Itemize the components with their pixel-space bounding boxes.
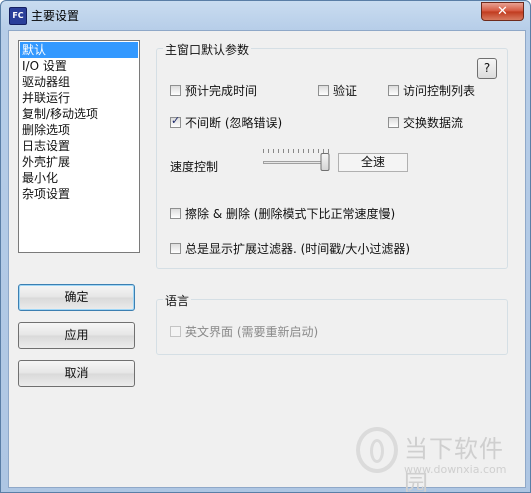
verify-checkbox[interactable]: 验证 [318,82,357,99]
main-defaults-title: 主窗口默认参数 [163,41,252,58]
close-button[interactable]: ✕ [481,2,524,21]
english-ui-label: 英文界面 (需要重新启动) [185,325,319,339]
watermark-title: 当下软件园 [404,435,504,493]
english-ui-checkbox[interactable]: 英文界面 (需要重新启动) [170,323,318,340]
no-interrupt-box[interactable] [170,114,181,128]
dialog-body: 默认 I/O 设置 驱动器组 并联运行 复制/移动选项 删除选项 日志设置 外壳扩展 最小化 杂项… [8,30,526,492]
window-title: 主要设置 [31,9,80,23]
speed-control-label: 速度控制 [170,160,219,174]
estimate-time-box[interactable] [170,85,181,96]
speed-slider[interactable] [263,149,330,171]
title-bar[interactable]: FC 主要设置 ✕ [1,1,530,29]
apply-button[interactable]: 应用 [18,322,135,349]
acl-checkbox[interactable]: 访问控制列表 [388,82,475,99]
category-item[interactable]: 复制/移动选项 [20,106,138,122]
cancel-button[interactable]: 取消 [18,360,135,387]
acl-label: 访问控制列表 [403,84,476,98]
settings-window: FC 主要设置 ✕ 默认 I/O 设置 驱动器组 并联运行 复制/移动选项 删除选项 日志设… [0,0,531,493]
no-interrupt-label: 不间断 (忽略错误) [185,116,283,130]
slider-thumb[interactable] [320,153,330,171]
wipe-delete-box[interactable] [170,208,181,219]
watermark: 当下软件园 www.downxia.com [356,427,526,492]
category-item[interactable]: 删除选项 [20,122,138,138]
no-interrupt-checkbox[interactable]: 不间断 (忽略错误) [170,114,282,131]
show-filters-label: 总是显示扩展过滤器. (时间戳/大小过滤器) [185,242,411,256]
close-icon: ✕ [497,4,508,19]
category-item[interactable]: 杂项设置 [20,186,138,202]
watermark-url: www.downxia.com [404,463,507,476]
english-ui-box[interactable] [170,326,181,337]
estimate-time-label: 预计完成时间 [185,84,258,98]
category-item[interactable]: 默认 [20,42,138,58]
app-icon: FC [9,7,27,25]
show-filters-box[interactable] [170,243,181,254]
watermark-logo-icon [356,427,398,473]
category-item[interactable]: 日志设置 [20,138,138,154]
acl-box[interactable] [388,85,399,96]
wipe-delete-label: 擦除 & 删除 (删除模式下比正常速度慢) [185,207,396,221]
alt-streams-box[interactable] [388,117,399,128]
language-title: 语言 [163,292,192,309]
wipe-delete-checkbox[interactable]: 擦除 & 删除 (删除模式下比正常速度慢) [170,205,395,222]
alt-streams-label: 交换数据流 [403,116,464,130]
category-list[interactable]: 默认 I/O 设置 驱动器组 并联运行 复制/移动选项 删除选项 日志设置 外壳扩展 最小化 杂项… [18,40,140,253]
category-item[interactable]: 外壳扩展 [20,154,138,170]
category-item[interactable]: 最小化 [20,170,138,186]
ok-button[interactable]: 确定 [18,284,135,311]
verify-label: 验证 [333,84,358,98]
category-item[interactable]: I/O 设置 [20,58,138,74]
category-item[interactable]: 并联运行 [20,90,138,106]
verify-box[interactable] [318,85,329,96]
estimate-time-checkbox[interactable]: 预计完成时间 [170,82,257,99]
slider-track[interactable] [263,161,329,164]
show-filters-checkbox[interactable]: 总是显示扩展过滤器. (时间戳/大小过滤器) [170,240,410,257]
help-button[interactable]: ? [477,58,497,79]
speed-value-display: 全速 [338,153,408,172]
alt-streams-checkbox[interactable]: 交换数据流 [388,114,463,131]
category-item[interactable]: 驱动器组 [20,74,138,90]
slider-ticks [263,149,329,153]
